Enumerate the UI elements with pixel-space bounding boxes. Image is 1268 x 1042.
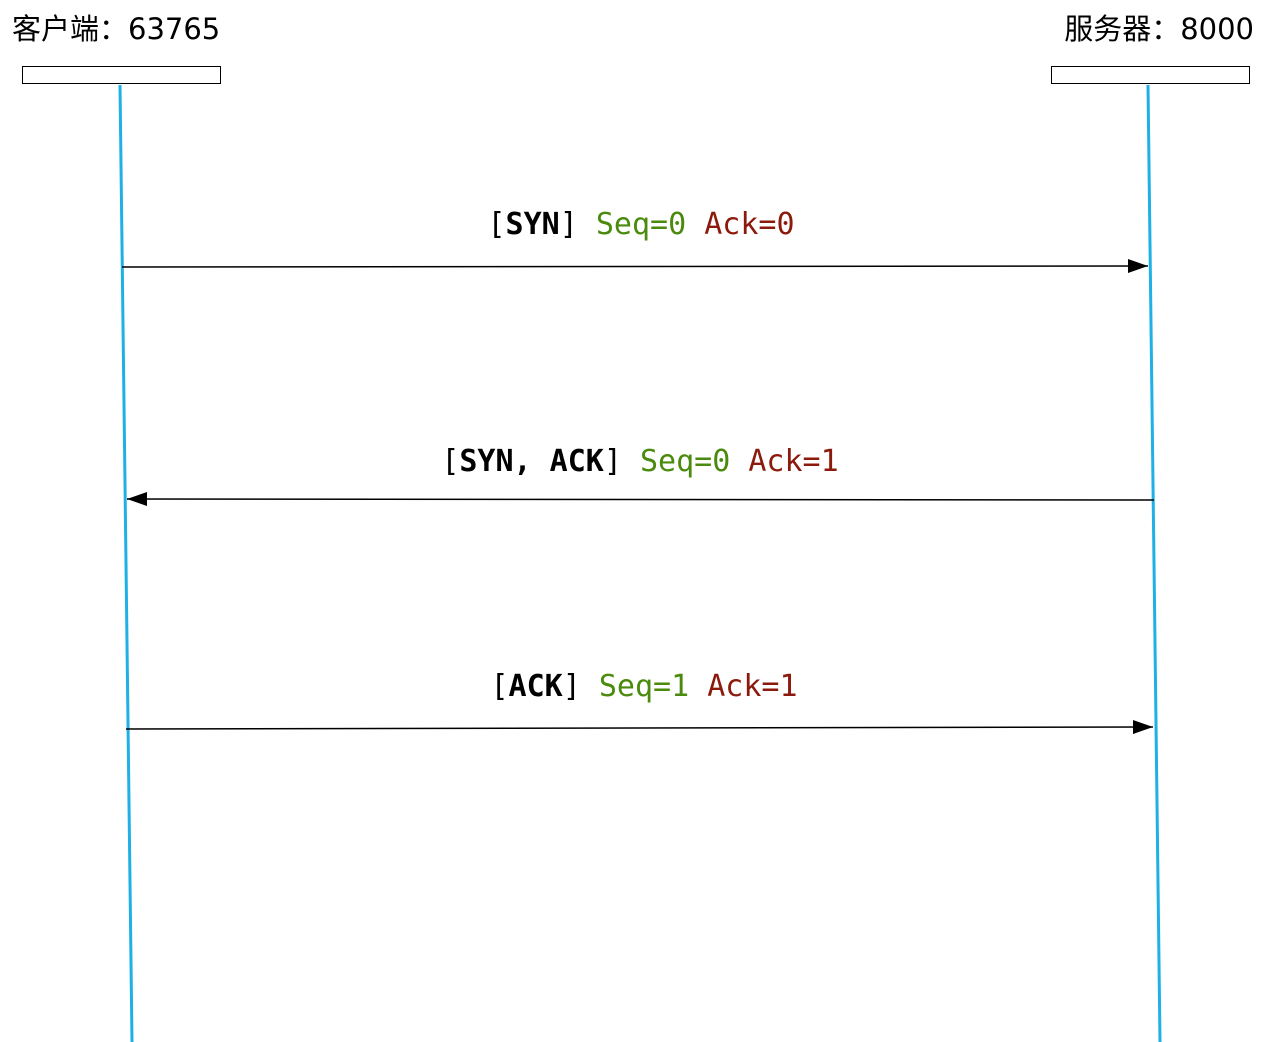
bracket-close: ] xyxy=(559,207,578,242)
bracket-open: [ xyxy=(487,207,506,242)
seq-value: Seq=1 xyxy=(598,669,690,704)
ack-value: Ack=1 xyxy=(707,669,798,704)
message-label-2: [SYN, ACK] Seq=0 Ack=1 xyxy=(441,447,838,477)
ack-value: Ack=1 xyxy=(748,444,839,479)
seq-value: Seq=0 xyxy=(595,207,687,242)
ack-value: Ack=0 xyxy=(704,207,795,242)
client-lifeline xyxy=(118,84,134,1042)
message-label-1: [SYN] Seq=0 Ack=0 xyxy=(487,210,794,240)
bracket-open: [ xyxy=(490,669,509,704)
tcp-flags: SYN xyxy=(505,207,560,242)
tcp-flags: ACK xyxy=(508,669,563,704)
server-lifeline xyxy=(1146,84,1162,1042)
tcp-flags: SYN, ACK xyxy=(459,444,604,479)
seq-value: Seq=0 xyxy=(640,444,731,479)
bracket-open: [ xyxy=(441,444,460,479)
sequence-diagram xyxy=(118,84,1162,1042)
message-arrow-3 xyxy=(125,720,1154,735)
bracket-close: ] xyxy=(562,669,581,704)
message-label-3: [ACK] Seq=1 Ack=1 xyxy=(490,672,797,702)
bracket-close: ] xyxy=(603,444,622,479)
message-arrow-2 xyxy=(126,492,1155,507)
message-arrow-1 xyxy=(121,259,1149,274)
